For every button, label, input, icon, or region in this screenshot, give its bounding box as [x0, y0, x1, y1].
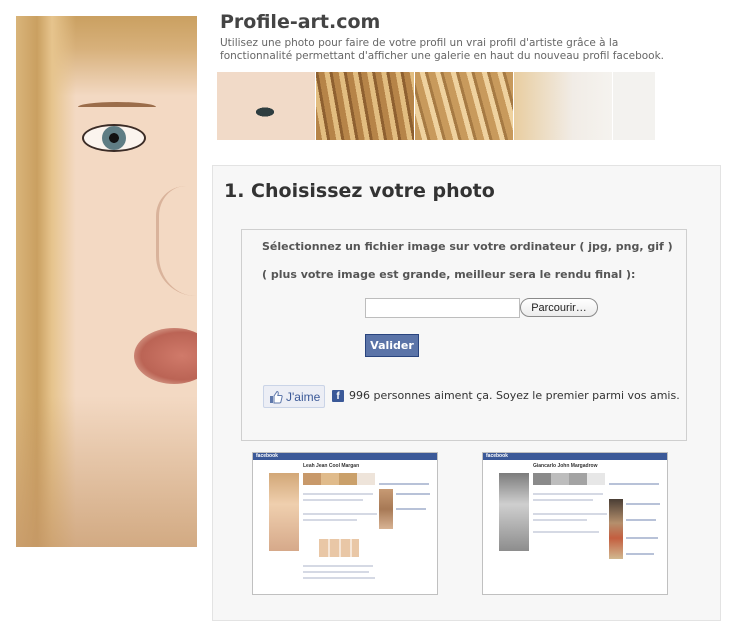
example-row	[303, 519, 357, 521]
example-profile-picture	[269, 473, 299, 551]
example-row	[533, 493, 603, 495]
example-sidebar-line	[626, 503, 660, 505]
file-path-input[interactable]	[365, 298, 520, 318]
facebook-icon: f	[332, 390, 344, 402]
upload-box	[241, 229, 687, 441]
like-button[interactable]: J'aime	[263, 385, 325, 408]
thumbs-up-icon	[270, 390, 283, 403]
browse-button[interactable]: Parcourir…	[520, 298, 598, 317]
example-row	[533, 531, 599, 533]
strip-tile-blank	[613, 72, 655, 140]
example-row	[533, 499, 593, 501]
example-profile-screenshot-1: facebook Leah Jean Cool Margan	[252, 452, 438, 595]
example-photo-strip	[303, 473, 375, 485]
example-row	[303, 571, 369, 573]
example-row	[303, 565, 373, 567]
example-row	[303, 493, 373, 495]
example-row	[303, 499, 363, 501]
site-subtitle: Utilisez une photo pour faire de votre p…	[220, 37, 664, 62]
example-facebook-logo: facebook	[486, 453, 508, 459]
example-row	[533, 519, 587, 521]
strip-tile-hair-1	[316, 72, 414, 140]
strip-tile-eye	[217, 72, 315, 140]
profile-portrait-image	[16, 16, 197, 547]
example-sidebar-photos	[379, 489, 393, 529]
strip-tile-hair-3	[514, 72, 612, 140]
example-sidebar-line	[626, 519, 656, 521]
submit-button[interactable]: Valider	[365, 334, 419, 357]
like-count-text: 996 personnes aiment ça. Soyez le premie…	[349, 389, 680, 402]
upload-instruction-2: ( plus votre image est grande, meilleur …	[262, 268, 636, 281]
preview-strip	[217, 72, 656, 140]
example-profile-name: Leah Jean Cool Margan	[303, 463, 360, 469]
example-sidebar-line	[609, 483, 659, 485]
strip-tile-hair-2	[415, 72, 513, 140]
example-row	[533, 513, 607, 515]
example-sidebar-line	[396, 493, 430, 495]
example-sidebar-line	[379, 483, 429, 485]
example-sidebar-line	[626, 553, 654, 555]
example-photo-strip	[533, 473, 605, 485]
site-title: Profile-art.com	[220, 11, 381, 33]
example-sidebar-line	[396, 508, 426, 510]
example-profile-screenshot-2: facebook Giancarlo John Margadrow	[482, 452, 668, 595]
example-photo-grid	[319, 539, 359, 557]
example-facebook-bar	[253, 453, 437, 460]
example-sidebar-line	[626, 537, 658, 539]
example-facebook-bar	[483, 453, 667, 460]
example-row	[303, 577, 375, 579]
example-profile-name: Giancarlo John Margadrow	[533, 463, 598, 469]
step-title: 1. Choisissez votre photo	[224, 180, 495, 202]
example-profile-picture	[499, 473, 529, 551]
upload-instruction-1: Sélectionnez un fichier image sur votre …	[262, 240, 673, 253]
like-button-label: J'aime	[286, 389, 321, 404]
example-sidebar-photos	[609, 499, 623, 559]
example-row	[303, 513, 377, 515]
example-facebook-logo: facebook	[256, 453, 278, 459]
